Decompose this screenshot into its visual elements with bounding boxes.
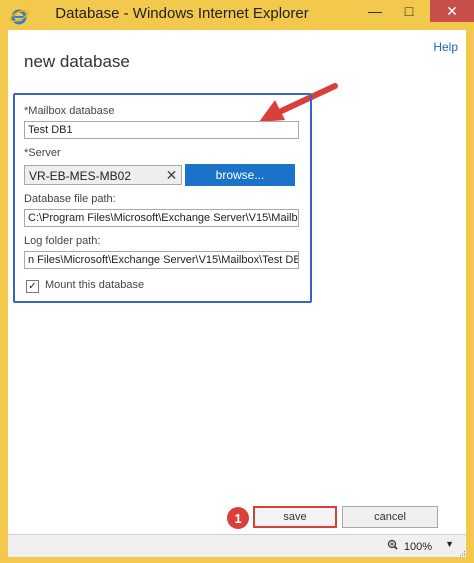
checkmark-icon: ✓ (28, 280, 37, 292)
database-file-path-input[interactable]: C:\Program Files\Microsoft\Exchange Serv… (24, 209, 299, 227)
minimize-icon: — (368, 3, 382, 19)
cancel-button[interactable]: cancel (342, 506, 438, 528)
form-highlight-box: *Mailbox database Test DB1 *Server VR-EB… (13, 93, 312, 303)
close-window-button[interactable]: ✕ (430, 0, 474, 22)
title-bar: Database - Windows Internet Explorer — □… (0, 0, 474, 30)
close-icon: ✕ (446, 2, 458, 19)
page-content: Help new database *Mailbox database Test… (8, 30, 466, 534)
maximize-button[interactable]: □ (392, 0, 426, 22)
server-label: *Server (24, 147, 61, 159)
mount-database-checkbox[interactable]: ✓ (26, 280, 39, 293)
clear-x-icon: ✕ (165, 166, 178, 183)
step-number-badge: 1 (227, 507, 249, 529)
clear-server-button[interactable]: ✕ (161, 165, 182, 185)
log-folder-path-label: Log folder path: (24, 235, 101, 247)
help-link[interactable]: Help (433, 40, 458, 54)
resize-grip-icon[interactable] (458, 549, 466, 557)
zoom-magnifier-icon (387, 539, 401, 554)
mailbox-database-input[interactable]: Test DB1 (24, 121, 299, 139)
database-file-path-label: Database file path: (24, 193, 116, 205)
status-bar: 100% ▼ (8, 534, 466, 557)
zoom-level: 100% (403, 540, 432, 553)
mount-database-label: Mount this database (45, 279, 145, 291)
log-folder-path-input[interactable]: n Files\Microsoft\Exchange Server\V15\Ma… (24, 251, 299, 269)
maximize-icon: □ (404, 3, 414, 19)
save-button[interactable]: save (253, 506, 337, 528)
ie-icon (9, 6, 29, 26)
server-input[interactable]: VR-EB-MES-MB02 (24, 165, 182, 185)
page-title: new database (24, 52, 130, 71)
caret-down-icon: ▼ (445, 539, 454, 549)
minimize-button[interactable]: — (358, 0, 392, 22)
mailbox-database-label: *Mailbox database (24, 105, 115, 117)
window-title: Database - Windows Internet Explorer (55, 5, 309, 22)
zoom-dropdown-button[interactable]: ▼ (445, 539, 454, 549)
browse-button[interactable]: browse... (185, 164, 295, 186)
zoom-control[interactable]: 100% (387, 539, 432, 554)
